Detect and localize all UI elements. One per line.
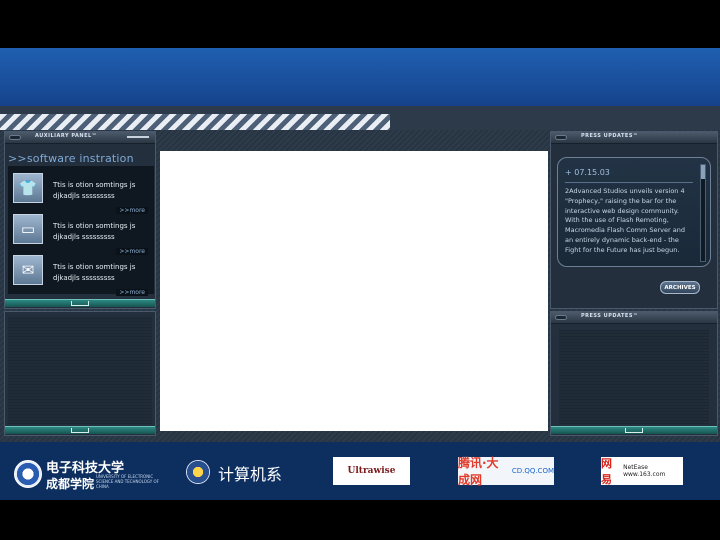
lower-left-panel-footer [5, 426, 155, 434]
panel-handle-icon[interactable] [625, 428, 643, 433]
press-scrollbar[interactable] [700, 164, 706, 262]
main-content-area[interactable] [160, 151, 548, 431]
sponsor-ultrawise-logo[interactable]: Ultrawise [333, 457, 410, 485]
list-item[interactable]: 👕 Ttis is otion somtings js djkadjls sss… [8, 170, 154, 214]
press-updates-screen: + 07.15.03 2Advanced Studios unveils ver… [557, 157, 711, 267]
panel-knob-icon [9, 135, 21, 140]
tshirt-icon: 👕 [13, 173, 43, 203]
school-name-en: UNIVERSITY OF ELECTRONIC SCIENCE AND TEC… [96, 474, 159, 489]
archives-button[interactable]: ARCHIVES [660, 281, 700, 294]
university-seal-icon [14, 460, 42, 488]
panel-knob-icon [555, 135, 567, 140]
scrollbar-thumb[interactable] [701, 165, 705, 179]
department-seal-icon [186, 460, 210, 484]
sponsor-qq-name: 腾讯·大成网 [458, 456, 499, 487]
press-updates-2-titlebar[interactable]: PRESS UPDATES™ [551, 312, 717, 324]
lower-left-screen [8, 316, 152, 424]
list-item-text: Ttis is otion somtings js djkadjls sssss… [53, 222, 136, 241]
list-item[interactable]: ✉ Ttis is otion somtings js djkadjls sss… [8, 252, 154, 296]
uestc-logo[interactable]: 电子科技大学 成都学院 UNIVERSITY OF ELECTRONIC SCI… [14, 457, 164, 493]
sponsor-qq-url: CD.QQ.COM [511, 467, 554, 475]
school-campus-cn: 成都学院 [46, 477, 95, 491]
sponsor-netease-logo[interactable]: 网易 NetEase www.163.com [601, 457, 683, 486]
press-date: + 07.15.03 [565, 168, 610, 177]
auxiliary-panel-titlebar[interactable]: AUXILIARY PANEL™ [5, 132, 155, 144]
list-item-text: Ttis is otion somtings js djkadjls sssss… [53, 181, 136, 200]
hatch-stripes [0, 114, 390, 130]
press-updates-2-screen [559, 330, 709, 424]
press-updates-panel-2: PRESS UPDATES™ [550, 311, 718, 436]
list-item[interactable]: ▭ Ttis is otion somtings js djkadjls sss… [8, 211, 154, 255]
bottom-black-bar [0, 500, 720, 540]
panel-control-icon[interactable] [127, 136, 149, 139]
sponsor-qq-logo[interactable]: 腾讯·大成网 CD.QQ.COM [458, 456, 554, 487]
aux-section-title: >>software instration [8, 152, 134, 165]
list-item-text: Ttis is otion somtings js djkadjls sssss… [53, 263, 136, 282]
press-updates-2-title: PRESS UPDATES™ [581, 313, 639, 319]
lower-left-panel [4, 311, 156, 436]
auxiliary-panel-footer [5, 299, 155, 307]
press-updates-2-footer [551, 426, 717, 434]
panel-handle-icon[interactable] [71, 428, 89, 433]
display-icon: ▭ [13, 214, 43, 244]
more-link[interactable]: >>more [116, 289, 148, 296]
divider [565, 182, 693, 183]
panel-handle-icon[interactable] [71, 301, 89, 306]
department-name[interactable]: 计算机系 [218, 461, 282, 485]
panel-knob-icon [555, 315, 567, 320]
aux-section-header: >>software instration [8, 147, 153, 165]
top-black-bar [0, 0, 720, 48]
envelope-icon: ✉ [13, 255, 43, 285]
sponsor-netease-url: NetEase www.163.com [623, 464, 666, 478]
auxiliary-panel-title: AUXILIARY PANEL™ [35, 133, 98, 139]
sponsor-netease-name: 网易 [601, 457, 612, 486]
header-banner [0, 48, 720, 106]
press-updates-titlebar[interactable]: PRESS UPDATES™ [551, 132, 717, 144]
aux-item-list: 👕 Ttis is otion somtings js djkadjls sss… [8, 166, 154, 296]
press-body-text: 2Advanced Studios unveils version 4 "Pro… [565, 187, 685, 254]
press-updates-title: PRESS UPDATES™ [581, 133, 639, 139]
